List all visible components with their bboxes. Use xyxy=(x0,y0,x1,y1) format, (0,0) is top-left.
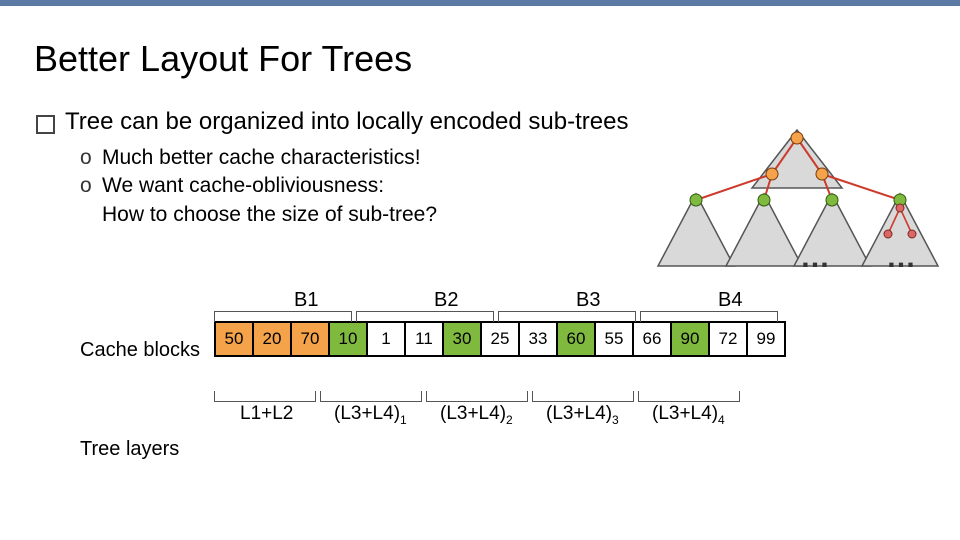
cell: 55 xyxy=(594,321,634,357)
label-tree-layers: Tree layers xyxy=(80,438,179,461)
layer-label: (L3+L4)1 xyxy=(334,403,407,427)
cell: 11 xyxy=(404,321,444,357)
bracket-bottom xyxy=(638,391,740,402)
bracket-bottom xyxy=(320,391,422,402)
cell-row: 50 20 70 10 1 11 30 25 33 60 55 66 90 72… xyxy=(214,321,926,357)
bracket-top xyxy=(640,311,778,322)
cell: 25 xyxy=(480,321,520,357)
cell: 70 xyxy=(290,321,330,357)
bullet-circle-icon: o xyxy=(80,172,102,229)
cell: 33 xyxy=(518,321,558,357)
ellipsis-icon: … xyxy=(886,241,916,275)
cell: 50 xyxy=(214,321,254,357)
cell: 10 xyxy=(328,321,368,357)
memory-layout: Cache blocks Tree layers B1 B2 B3 B4 50 … xyxy=(34,321,926,357)
cell: 30 xyxy=(442,321,482,357)
sub-b-line2: How to choose the size of sub-tree? xyxy=(102,203,437,226)
label-cache-blocks: Cache blocks xyxy=(80,339,200,362)
bracket-top xyxy=(498,311,636,322)
slide-title: Better Layout For Trees xyxy=(34,38,926,80)
cell: 1 xyxy=(366,321,406,357)
bracket-bottom xyxy=(426,391,528,402)
cell: 60 xyxy=(556,321,596,357)
ellipsis-icon: … xyxy=(800,241,830,275)
block-label: B1 xyxy=(294,289,318,312)
bracket-bottom xyxy=(214,391,316,402)
bullet-main-text: Tree can be organized into locally encod… xyxy=(65,108,628,136)
cell: 72 xyxy=(708,321,748,357)
bracket-top xyxy=(214,311,352,322)
bullet-square-icon xyxy=(36,115,55,134)
layer-label: L1+L2 xyxy=(240,403,293,425)
cell: 20 xyxy=(252,321,292,357)
block-label: B4 xyxy=(718,289,742,312)
bullet-circle-icon: o xyxy=(80,144,102,172)
sub-a: Much better cache characteristics! xyxy=(102,144,421,172)
cell: 90 xyxy=(670,321,710,357)
sub-b-line1: We want cache-obliviousness: xyxy=(102,174,384,197)
block-label: B2 xyxy=(434,289,458,312)
slide-body: Better Layout For Trees Tree can be orga… xyxy=(0,6,960,357)
layer-label: (L3+L4)4 xyxy=(652,403,725,427)
layer-label: (L3+L4)3 xyxy=(546,403,619,427)
cell: 66 xyxy=(632,321,672,357)
cell: 99 xyxy=(746,321,786,357)
bracket-bottom xyxy=(532,391,634,402)
bracket-top xyxy=(356,311,494,322)
layer-label: (L3+L4)2 xyxy=(440,403,513,427)
block-label: B3 xyxy=(576,289,600,312)
